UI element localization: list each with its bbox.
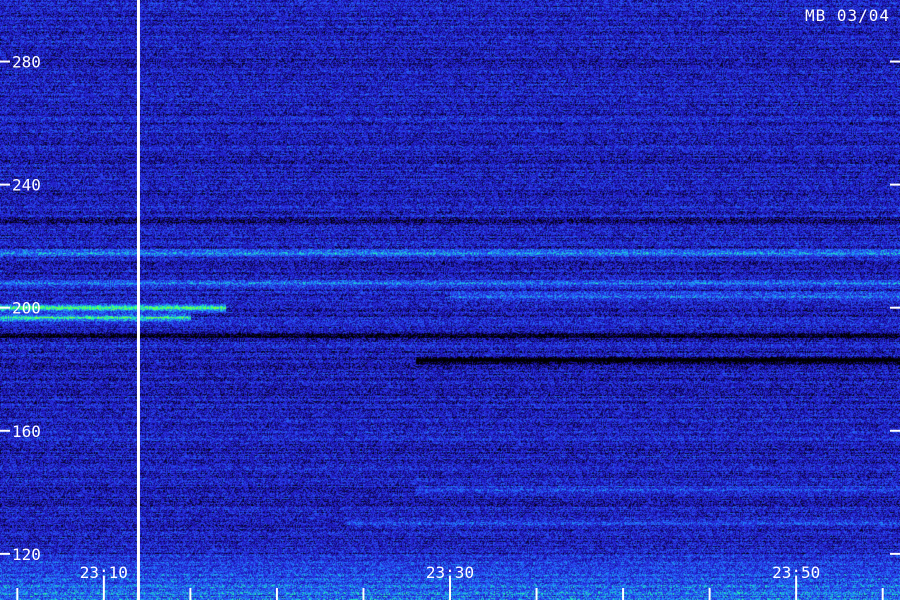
y-tick-label: 240 [12,176,41,195]
y-tick-label: 200 [12,299,41,318]
y-tick-label: 280 [12,53,41,72]
chart-overlay: 120 160 200 240 280 23:10 23:30 23:50 [0,0,900,600]
y-tick-label: 120 [12,545,41,564]
y-tick-label: 160 [12,422,41,441]
y-axis-left: 120 160 200 240 280 [0,53,41,564]
x-tick-label: 23:30 [426,563,474,582]
station-label: MB 03/04 [804,6,890,25]
y-axis-right [890,60,900,555]
x-axis: 23:10 23:30 23:50 [16,563,884,600]
x-tick-label: 23:50 [772,563,820,582]
x-tick-label: 23:10 [80,563,128,582]
